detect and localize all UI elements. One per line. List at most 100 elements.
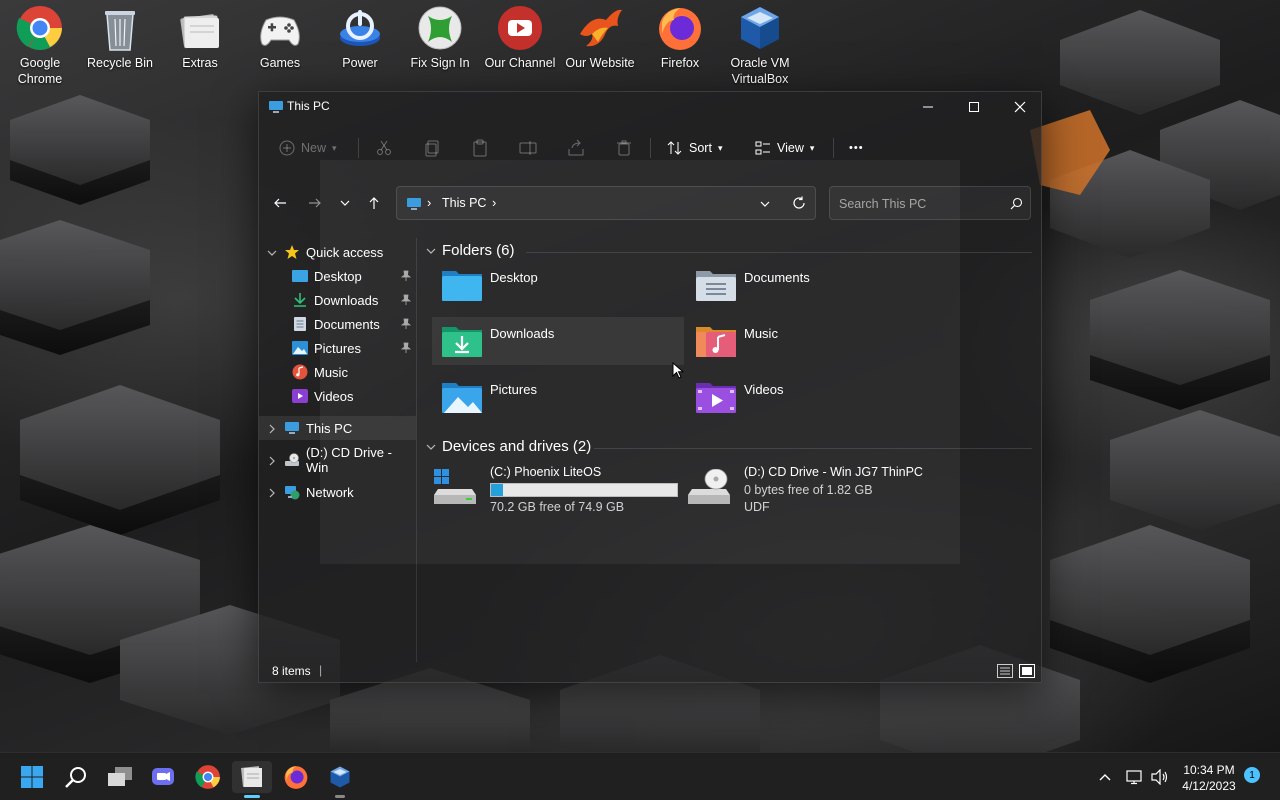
minimize-button[interactable] [905, 92, 951, 122]
nav-item-desktop[interactable]: Desktop [259, 264, 416, 288]
nav-item-label: This PC [306, 420, 353, 436]
folder-tile-pictures[interactable]: Pictures [432, 373, 684, 421]
taskbar-clock[interactable]: 10:34 PM 4/12/2023 [1176, 762, 1242, 794]
details-view-button[interactable] [997, 664, 1013, 681]
nav-item-this-pc[interactable]: This PC [259, 416, 416, 440]
firefox-icon [656, 4, 704, 52]
desktop-icon-recycle-bin[interactable]: Recycle Bin [80, 4, 160, 71]
new-button[interactable]: New ▾ [279, 136, 337, 160]
delete-button[interactable] [615, 136, 633, 160]
copy-button[interactable] [423, 136, 441, 160]
taskbar-virtualbox[interactable] [320, 761, 360, 798]
desktop-icon-firefox[interactable]: Firefox [640, 4, 720, 71]
pin-icon [400, 270, 412, 285]
maximize-icon [969, 102, 979, 112]
drive-c[interactable]: (C:) Phoenix LiteOS 70.2 GB free of 74.9… [432, 465, 682, 525]
virtualbox-icon [736, 4, 784, 52]
search-icon[interactable] [1010, 197, 1023, 215]
nav-item-cd-drive[interactable]: (D:) CD Drive - Win [259, 445, 416, 475]
desktop-icon-extras[interactable]: Extras [160, 4, 240, 71]
desktop-icon-our-channel[interactable]: Our Channel [480, 4, 560, 71]
taskbar-chrome[interactable] [188, 761, 228, 793]
search-input[interactable]: Search This PC [829, 186, 1031, 220]
up-button[interactable] [360, 190, 388, 216]
network-status-button[interactable] [1126, 753, 1144, 800]
taskbar-firefox[interactable] [276, 761, 316, 793]
item-count: 8 items [272, 664, 311, 678]
gamepad-icon [256, 4, 304, 52]
folder-tile-desktop[interactable]: Desktop [432, 261, 684, 309]
refresh-button[interactable] [792, 196, 806, 215]
chevron-down-icon[interactable] [267, 246, 277, 261]
recent-locations-button[interactable] [331, 190, 359, 216]
chat-button[interactable] [144, 761, 184, 793]
nav-item-pictures[interactable]: Pictures [259, 336, 416, 360]
nav-item-label: (D:) CD Drive - Win [306, 445, 392, 475]
breadcrumb-separator[interactable]: › [492, 195, 496, 210]
drives-group-header[interactable]: Devices and drives (2) [426, 438, 591, 455]
nav-item-documents[interactable]: Documents [259, 312, 416, 336]
chevron-right-icon[interactable] [267, 422, 277, 437]
chevron-right-icon[interactable] [267, 454, 277, 469]
back-button[interactable] [266, 190, 294, 216]
task-view-button[interactable] [100, 761, 140, 793]
view-button[interactable]: View ▾ [755, 136, 814, 160]
forward-button[interactable] [301, 190, 329, 216]
desktop-icon-fix-sign-in[interactable]: Fix Sign In [400, 4, 480, 71]
folders-group-header[interactable]: Folders (6) [426, 242, 515, 259]
folder-tile-music[interactable]: Music [686, 317, 938, 365]
notification-badge[interactable]: 1 [1244, 767, 1260, 783]
nav-item-downloads[interactable]: Downloads [259, 288, 416, 312]
tiles-view-icon [1019, 664, 1035, 678]
chevron-down-icon [426, 248, 436, 254]
folder-tile-downloads[interactable]: Downloads [432, 317, 684, 365]
teams-chat-icon [152, 768, 174, 785]
show-hidden-icons-button[interactable] [1098, 753, 1112, 800]
navigation-row: › This PC › Search This PC [259, 186, 1043, 220]
content-area: Folders (6) Desktop Documents Downloads [424, 238, 1034, 658]
chevron-right-icon[interactable] [267, 486, 277, 501]
desktop-icon-virtualbox[interactable]: Oracle VM VirtualBox [720, 4, 800, 87]
nav-quick-access[interactable]: Quick access [259, 240, 416, 264]
start-button[interactable] [12, 761, 52, 793]
this-pc-icon [268, 100, 284, 119]
desktop-icon-chrome[interactable]: Google Chrome [0, 4, 80, 87]
more-options-button[interactable]: ••• [849, 136, 864, 160]
paste-button[interactable] [471, 136, 489, 160]
rename-button[interactable] [519, 136, 537, 160]
sort-button[interactable]: Sort ▾ [667, 136, 722, 160]
taskbar-search-button[interactable] [56, 761, 96, 793]
desktop-icon-label: Power [342, 56, 378, 70]
share-button[interactable] [567, 136, 585, 160]
address-bar[interactable]: › This PC › [396, 186, 816, 220]
cut-button[interactable] [375, 136, 393, 160]
download-arrow-icon [292, 292, 308, 311]
nav-item-music[interactable]: Music [259, 360, 416, 384]
nav-item-videos[interactable]: Videos [259, 384, 416, 408]
pane-divider[interactable] [416, 238, 417, 662]
arrow-up-icon [369, 197, 379, 209]
rename-icon [519, 141, 537, 155]
title-bar[interactable]: This PC [259, 92, 1043, 122]
nav-item-label: Music [314, 364, 348, 380]
drive-d[interactable]: (D:) CD Drive - Win JG7 ThinPC 0 bytes f… [686, 465, 936, 525]
drive-name: (C:) Phoenix LiteOS [490, 465, 602, 479]
desktop-icon-games[interactable]: Games [240, 4, 320, 71]
folder-tile-documents[interactable]: Documents [686, 261, 938, 309]
maximize-button[interactable] [951, 92, 997, 122]
firefox-icon [284, 766, 308, 789]
network-icon [284, 484, 300, 503]
close-button[interactable] [997, 92, 1043, 122]
desktop-icon-power[interactable]: Power [320, 4, 400, 71]
desktop-icon-our-website[interactable]: Our Website [560, 4, 640, 71]
file-explorer-window: This PC New ▾ Sort ▾ View ▾ ••• › This P… [258, 91, 1042, 683]
taskbar-file-explorer[interactable] [232, 761, 272, 798]
volume-button[interactable] [1151, 753, 1169, 800]
address-history-button[interactable] [759, 197, 771, 215]
folder-tile-label: Pictures [490, 382, 537, 397]
breadcrumb-this-pc[interactable]: This PC [442, 196, 486, 210]
folder-tile-videos[interactable]: Videos [686, 373, 938, 421]
large-icons-view-button[interactable] [1019, 664, 1035, 681]
nav-item-network[interactable]: Network [259, 480, 416, 504]
group-divider [526, 252, 1032, 253]
